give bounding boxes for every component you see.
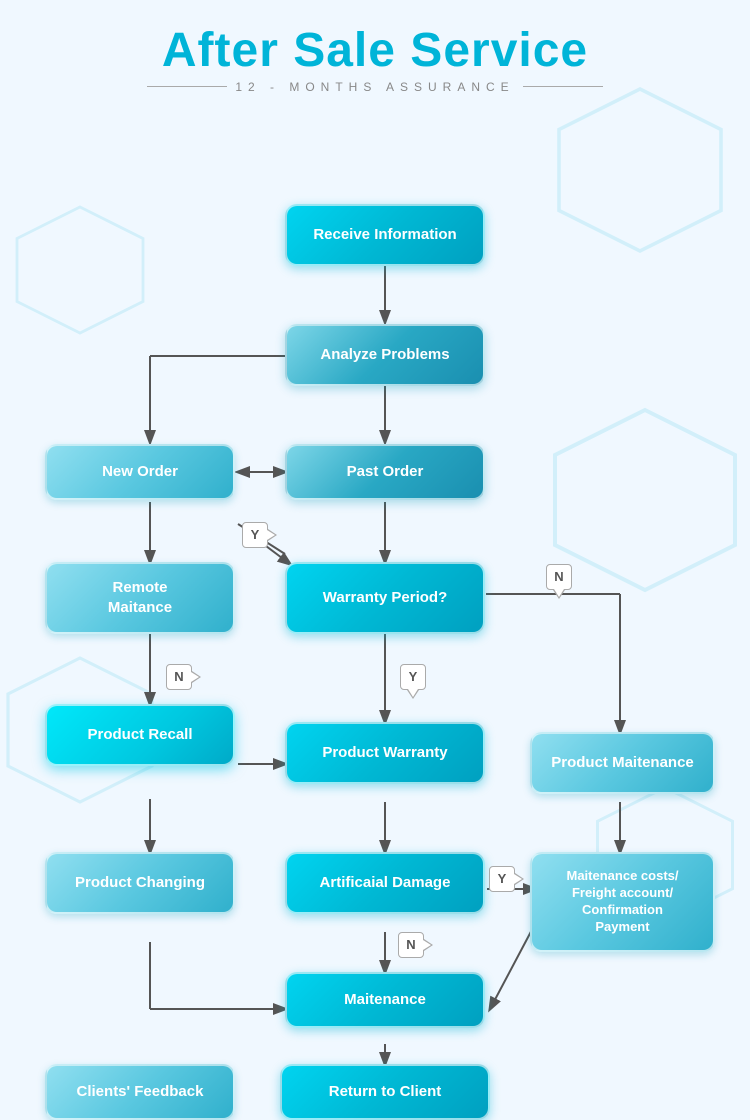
new-order-node: New Order xyxy=(45,444,235,500)
return-to-client-node: Return to Client xyxy=(280,1064,490,1120)
clients-feedback-node: Clients' Feedback xyxy=(45,1064,235,1120)
page-subtitle: 12 - MONTHS ASSURANCE xyxy=(0,80,750,94)
product-maitenance-node: Product Maitenance xyxy=(530,732,715,794)
maitenance-costs-node: Maitenance costs/ Freight account/ Confi… xyxy=(530,852,715,952)
page-title: After Sale Service xyxy=(0,10,750,78)
label-n-artificial: N xyxy=(398,932,424,958)
product-changing-node: Product Changing xyxy=(45,852,235,914)
receive-information-node: Receive Information xyxy=(285,204,485,266)
label-n-remote: N xyxy=(166,664,192,690)
artificial-damage-node: Artificaial Damage xyxy=(285,852,485,914)
page-container: After Sale Service 12 - MONTHS ASSURANCE xyxy=(0,0,750,1094)
past-order-node: Past Order xyxy=(285,444,485,500)
flowchart: Receive Information Analyze Problems New… xyxy=(0,104,750,1084)
label-y-new-order: Y xyxy=(242,522,268,548)
label-y-warranty: Y xyxy=(400,664,426,690)
remote-maitance-node: Remote Maitance xyxy=(45,562,235,634)
analyze-problems-node: Analyze Problems xyxy=(285,324,485,386)
label-y-artificial: Y xyxy=(489,866,515,892)
product-recall-node: Product Recall xyxy=(45,704,235,766)
maitenance-node: Maitenance xyxy=(285,972,485,1028)
warranty-period-node: Warranty Period? xyxy=(285,562,485,634)
label-n-warranty: N xyxy=(546,564,572,590)
product-warranty-node: Product Warranty xyxy=(285,722,485,784)
